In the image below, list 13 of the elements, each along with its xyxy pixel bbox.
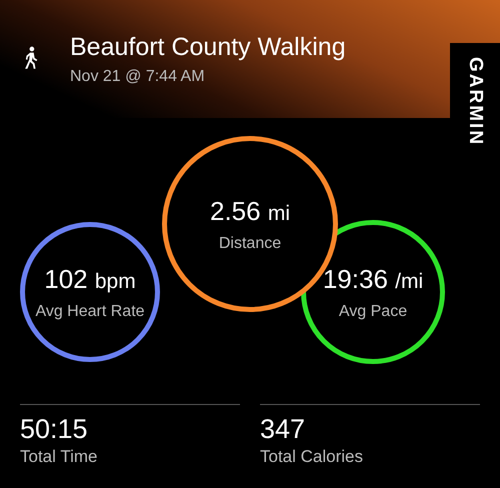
metric-label: Avg Pace — [338, 302, 408, 320]
metric-value: 19:36 /mi — [322, 264, 424, 294]
stat-label: Total Time — [20, 447, 98, 467]
stat-label: Total Calories — [260, 447, 364, 467]
stat-value: 347 — [260, 414, 306, 445]
stat-value: 50:15 — [20, 414, 89, 445]
metric-label: Distance — [218, 234, 282, 252]
walking-icon — [22, 46, 40, 70]
activity-date: Nov 21 @ 7:44 AM — [70, 68, 206, 86]
metric-label: Avg Heart Rate — [35, 302, 145, 320]
metric-value: 2.56 mi — [210, 196, 290, 226]
activity-title: Beaufort County Walking — [70, 32, 346, 63]
metric-value: 102 bpm — [44, 264, 136, 294]
